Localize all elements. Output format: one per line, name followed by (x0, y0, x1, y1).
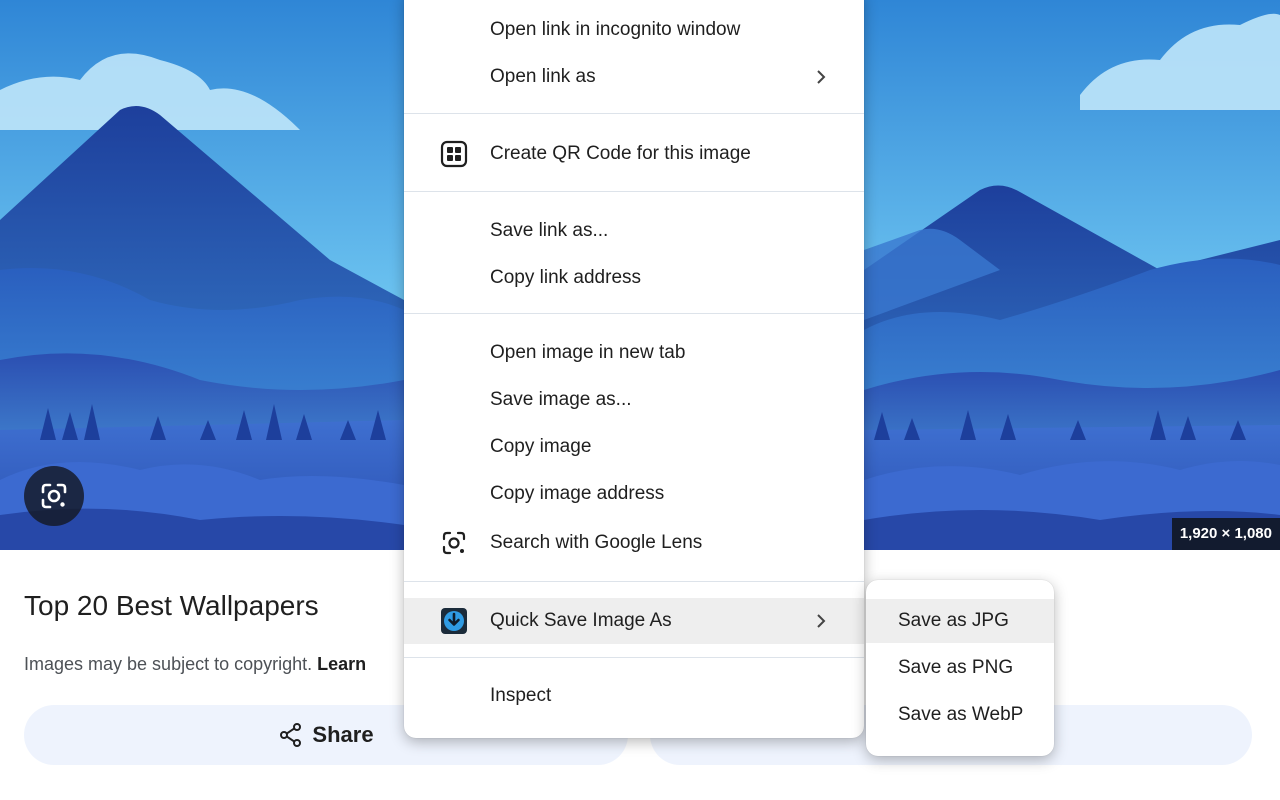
qr-code-icon (440, 140, 468, 168)
copyright-notice: Images may be subject to copyright. Lear… (24, 654, 404, 675)
menu-item-label: Save image as... (490, 389, 632, 410)
menu-separator (404, 313, 864, 314)
menu-item-search-google-lens[interactable]: Search with Google Lens (404, 521, 864, 565)
chevron-right-icon (817, 614, 826, 628)
menu-item-label: Create QR Code for this image (490, 143, 751, 164)
quick-save-submenu: Save as JPG Save as PNG Save as WebP (866, 580, 1054, 756)
google-lens-icon (41, 483, 67, 509)
menu-item-label: Quick Save Image As (490, 610, 672, 631)
google-lens-button[interactable] (24, 466, 84, 526)
menu-item-label: Save link as... (490, 220, 609, 241)
submenu-item-save-as-jpg[interactable]: Save as JPG (866, 599, 1054, 643)
download-icon (440, 607, 468, 635)
google-lens-icon (440, 529, 468, 557)
context-menu: Open link in incognito window Open link … (404, 0, 864, 738)
menu-separator (404, 191, 864, 192)
image-dimensions-badge: 1,920 × 1,080 (1171, 518, 1280, 550)
menu-item-inspect[interactable]: Inspect (404, 674, 864, 718)
menu-item-label: Inspect (490, 685, 552, 706)
submenu-item-save-as-png[interactable]: Save as PNG (866, 646, 1054, 690)
menu-item-copy-image-address[interactable]: Copy image address (404, 472, 864, 516)
menu-item-label: Copy image address (490, 483, 665, 504)
menu-item-create-qr-code[interactable]: Create QR Code for this image (404, 132, 864, 176)
menu-item-copy-link-address[interactable]: Copy link address (404, 256, 864, 300)
menu-separator (404, 581, 864, 582)
menu-item-quick-save-image-as[interactable]: Quick Save Image As (404, 598, 864, 644)
menu-item-copy-image[interactable]: Copy image (404, 425, 864, 469)
copyright-text: Images may be subject to copyright. (24, 654, 313, 674)
menu-separator (404, 113, 864, 114)
menu-item-open-incognito[interactable]: Open link in incognito window (404, 8, 864, 52)
submenu-item-save-as-webp[interactable]: Save as WebP (866, 693, 1054, 737)
menu-item-label: Copy link address (490, 267, 642, 288)
menu-item-open-image-new-tab[interactable]: Open image in new tab (404, 331, 864, 375)
share-icon (280, 723, 302, 747)
menu-item-label: Open link as (490, 66, 596, 87)
menu-item-save-link-as[interactable]: Save link as... (404, 209, 864, 253)
share-label: Share (312, 722, 374, 747)
learn-more-link[interactable]: Learn (317, 654, 366, 674)
menu-item-open-link-as[interactable]: Open link as (404, 55, 864, 99)
menu-item-save-image-as[interactable]: Save image as... (404, 378, 864, 422)
menu-separator (404, 657, 864, 658)
menu-item-label: Open link in incognito window (490, 19, 741, 40)
chevron-right-icon (817, 70, 826, 84)
menu-item-label: Copy image (490, 436, 592, 457)
result-title[interactable]: Top 20 Best Wallpapers (24, 590, 319, 622)
menu-item-label: Open image in new tab (490, 342, 686, 363)
menu-item-label: Search with Google Lens (490, 532, 703, 553)
